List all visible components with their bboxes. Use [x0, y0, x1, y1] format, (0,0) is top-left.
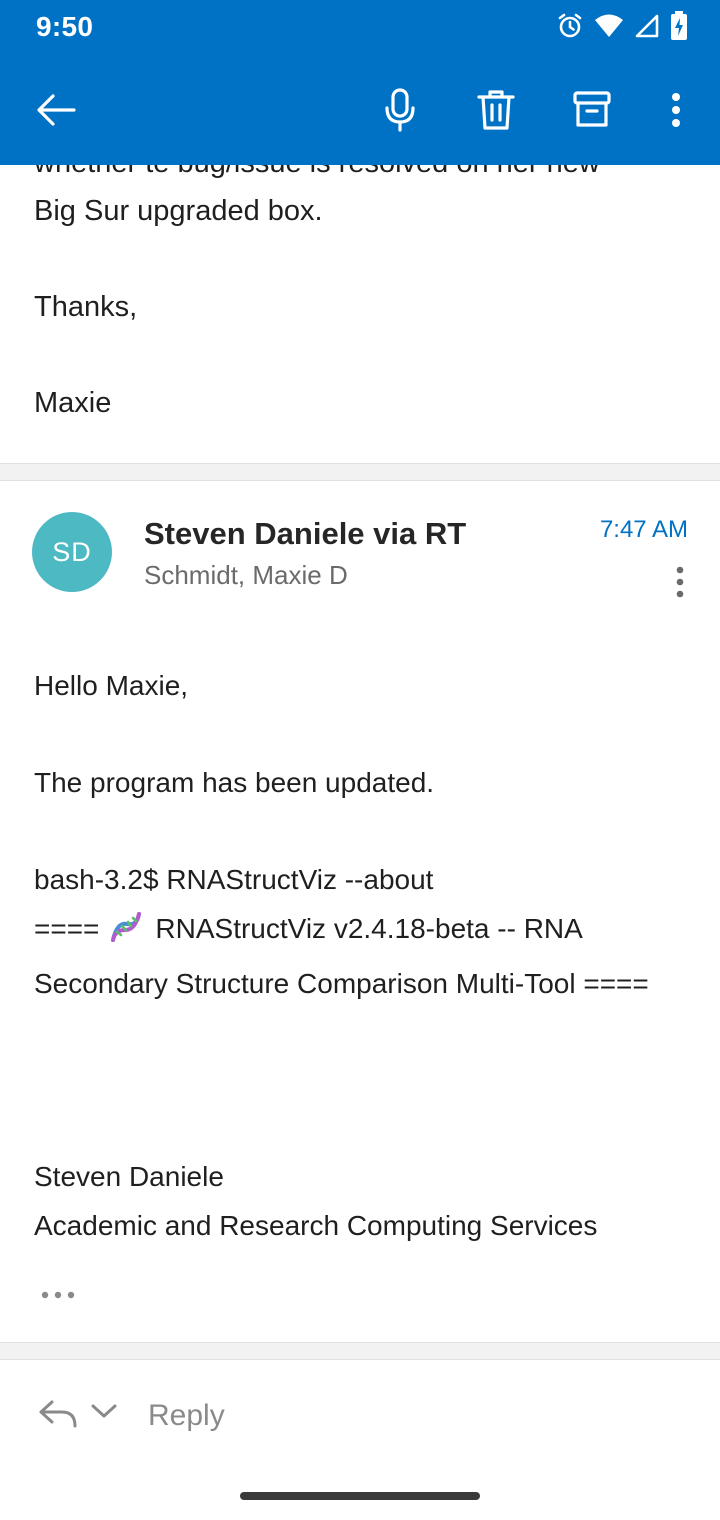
dictate-button[interactable] [374, 84, 426, 136]
body-line: Maxie [34, 387, 112, 419]
body-about-line: ==== RNAStructViz v2.4.18-beta -- RNA [34, 904, 694, 959]
archive-icon [573, 91, 611, 129]
ellipsis-icon [41, 1286, 75, 1304]
body-line: The program has been updated. [34, 767, 435, 798]
more-vertical-icon [676, 566, 684, 603]
status-time: 9:50 [36, 11, 94, 42]
body-line: Big Sur upgraded box. [34, 195, 323, 227]
reply-bar[interactable]: Reply [0, 1362, 720, 1472]
battery-charging-icon [670, 11, 688, 41]
reply-input[interactable]: Reply [148, 1399, 225, 1433]
signal-icon [634, 13, 660, 39]
alarm-icon [556, 12, 584, 40]
conversation-view[interactable]: whether te bug/issue is resolved on her … [0, 165, 720, 1360]
wifi-icon [594, 13, 624, 39]
reply-arrow-icon[interactable] [38, 1398, 78, 1437]
body-line: whether te bug/issue is resolved on her … [34, 165, 694, 187]
archive-button[interactable] [566, 84, 618, 136]
show-quoted-text-button[interactable] [38, 1281, 78, 1309]
message-time: 7:47 AM [599, 516, 688, 543]
previous-message-body: whether te bug/issue is resolved on her … [34, 165, 694, 427]
signature-org: Academic and Research Computing Services [34, 1210, 598, 1241]
more-options-button[interactable] [650, 84, 702, 136]
sender-name: Steven Daniele via RT [144, 516, 467, 551]
dna-emoji-icon [109, 910, 143, 959]
message-divider [0, 1342, 720, 1360]
trash-icon [477, 89, 515, 131]
microphone-icon [384, 88, 416, 132]
status-bar: 9:50 [0, 0, 720, 54]
chevron-down-icon[interactable] [90, 1402, 118, 1425]
back-button[interactable] [30, 84, 82, 136]
message-more-button[interactable] [666, 564, 694, 604]
body-command: bash-3.2$ RNAStructViz --about [34, 864, 434, 895]
more-vertical-icon [671, 93, 681, 127]
message-body: Hello Maxie, The program has been update… [34, 661, 694, 1250]
message-divider [0, 463, 720, 481]
body-line: Thanks, [34, 291, 138, 323]
avatar[interactable]: SD [32, 512, 112, 592]
delete-button[interactable] [470, 84, 522, 136]
home-indicator[interactable] [240, 1492, 480, 1500]
status-icons [556, 11, 688, 41]
body-greeting: Hello Maxie, [34, 670, 189, 701]
back-arrow-icon [36, 93, 76, 127]
message-toolbar [0, 54, 720, 165]
signature-name: Steven Daniele [34, 1161, 224, 1192]
about-text: RNAStructViz v2.4.18-beta -- RNA [155, 913, 583, 944]
about-prefix: ==== [34, 913, 100, 944]
body-about-line-2: Secondary Structure Comparison Multi-Too… [34, 968, 649, 999]
recipient-name: Schmidt, Maxie D [144, 560, 348, 590]
avatar-initials: SD [52, 536, 92, 567]
message-header[interactable]: SD Steven Daniele via RT Schmidt, Maxie … [0, 480, 720, 610]
